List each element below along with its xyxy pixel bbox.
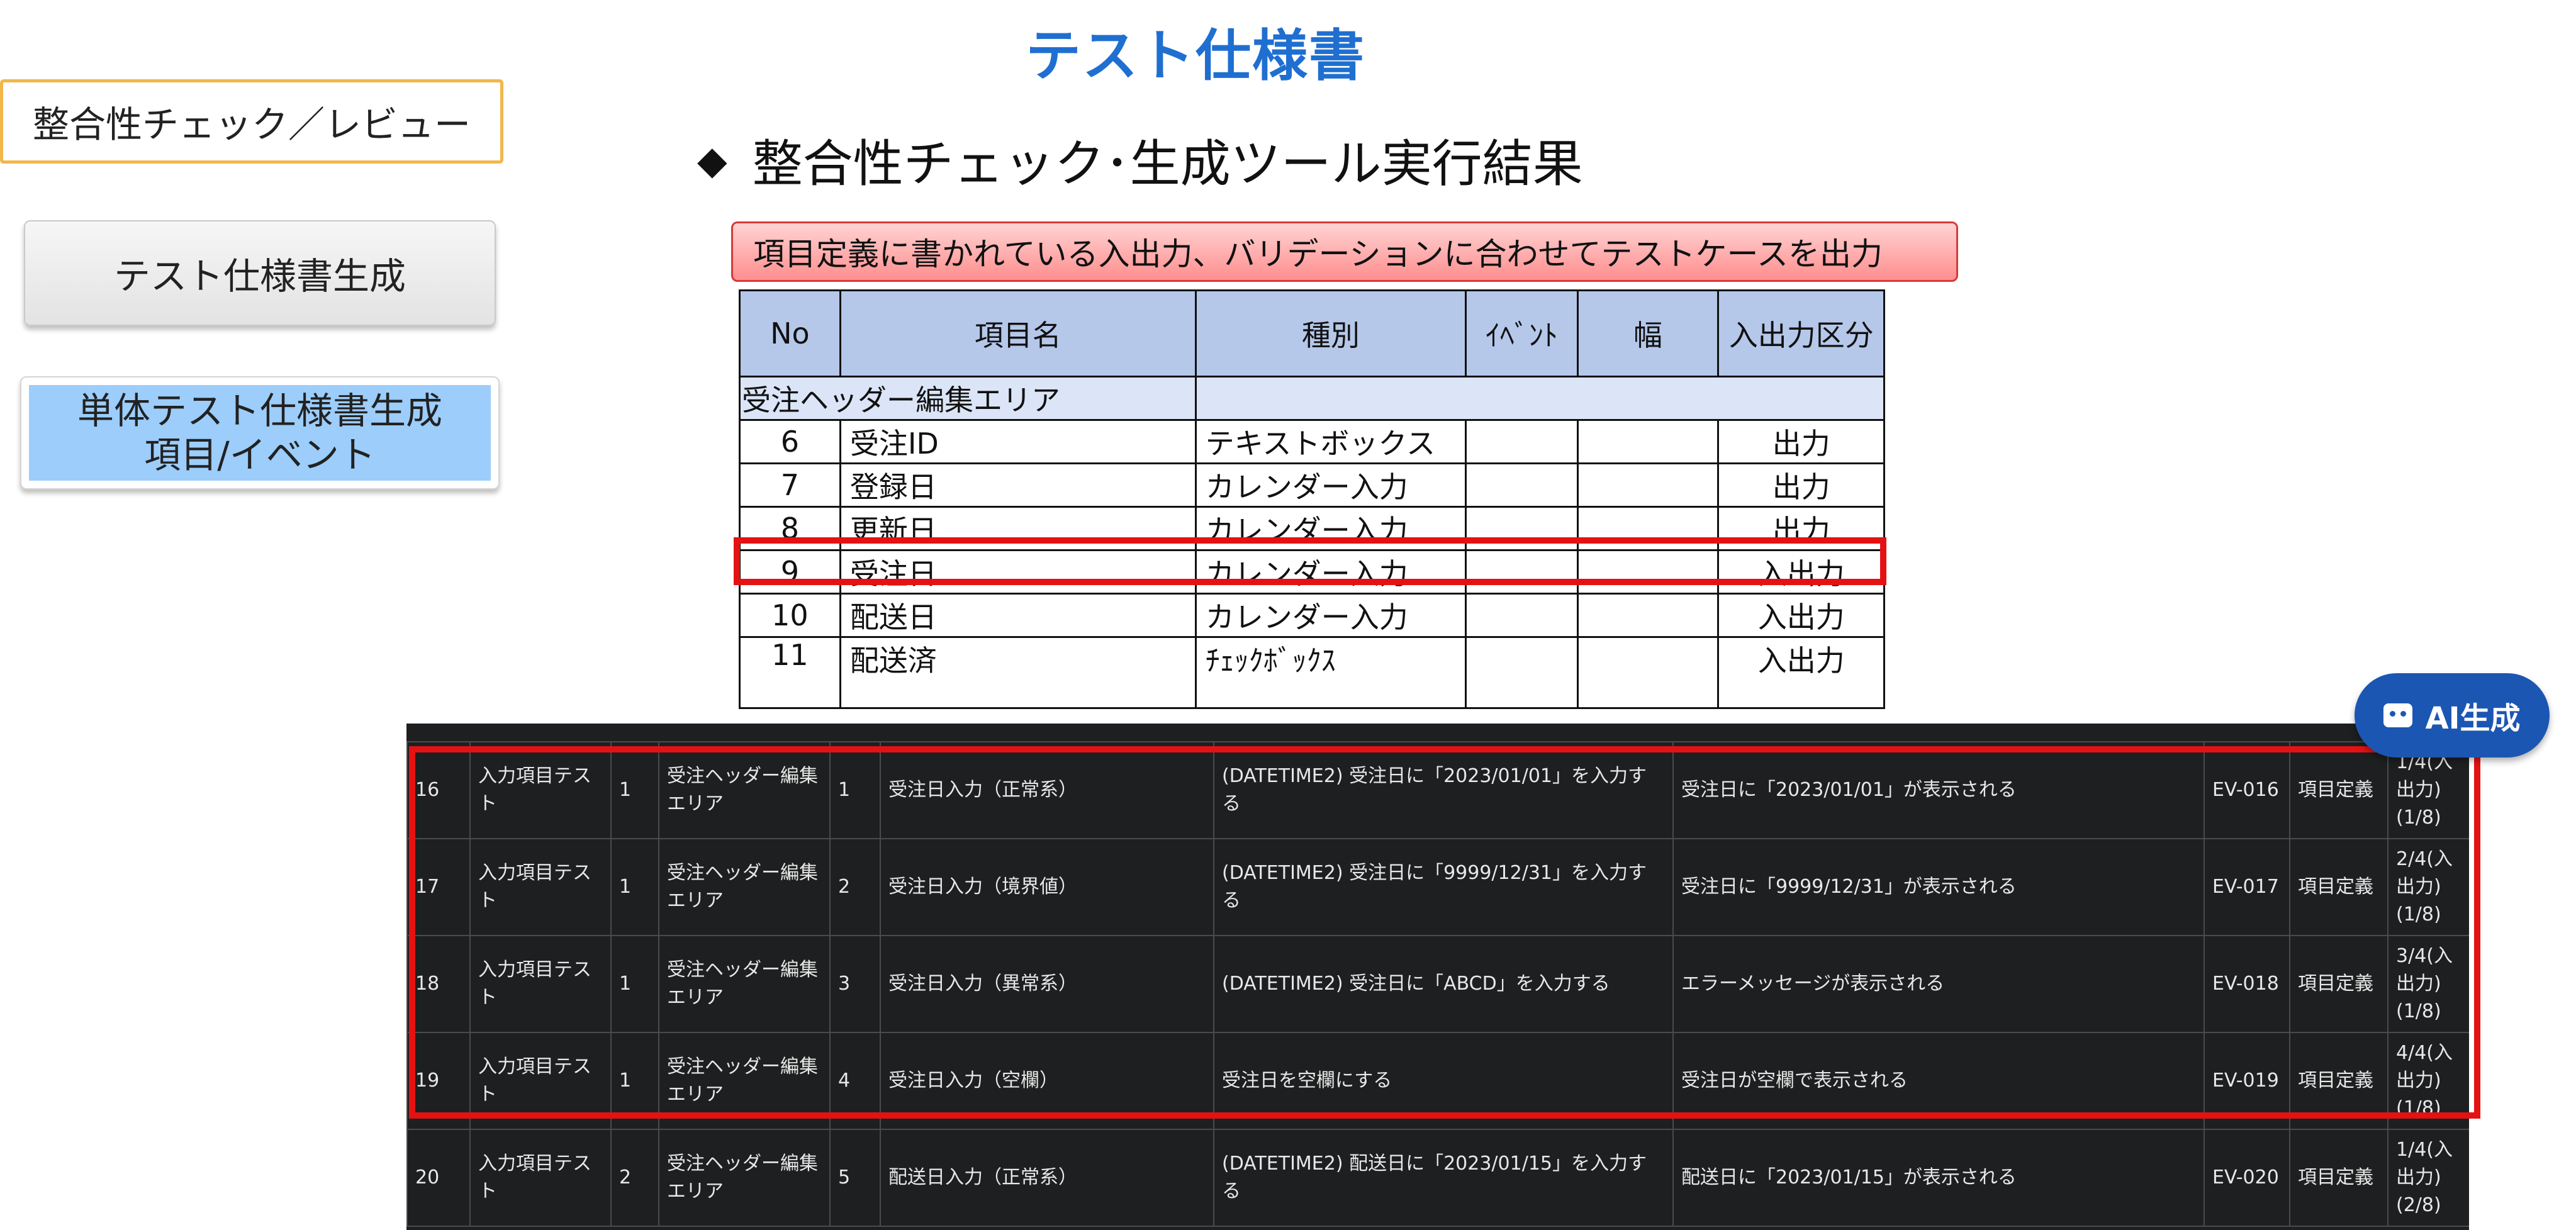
table-row: 11 配送済 ﾁｪｯｸﾎﾞｯｸｽ 入出力	[739, 636, 1885, 709]
row-event	[1464, 462, 1579, 508]
definition-header-row: No 項目名 種別 ｲﾍﾞﾝﾄ 幅 入出力区分	[739, 289, 1885, 377]
item-definition-table: No 項目名 種別 ｲﾍﾞﾝﾄ 幅 入出力区分 受注ヘッダー編集エリア 6 受注…	[739, 289, 1886, 709]
case-expected: 配送日に「2023/01/15」が表示される	[1672, 1129, 2205, 1227]
row-event	[1464, 636, 1579, 709]
case-group: 2	[610, 1129, 659, 1227]
header-event: ｲﾍﾞﾝﾄ	[1464, 289, 1579, 377]
row-type: ﾁｪｯｸﾎﾞｯｸｽ	[1194, 636, 1467, 709]
row-name: 配送済	[839, 636, 1197, 709]
unit-test-spec-label: 単体テスト仕様書生成 項目/イベント	[29, 385, 491, 481]
test-spec-generation-button[interactable]: テスト仕様書生成	[24, 220, 496, 326]
ai-generate-label: AI生成	[2425, 701, 2521, 736]
row-io: 入出力	[1717, 593, 1885, 638]
page-title: テスト仕様書	[1025, 23, 1365, 88]
row-width	[1576, 462, 1720, 508]
group-filler	[1194, 376, 1886, 421]
definition-group-row: 受注ヘッダー編集エリア	[739, 376, 1886, 421]
unit-test-spec-generation-button[interactable]: 単体テスト仕様書生成 項目/イベント	[20, 376, 500, 489]
diamond-bullet-icon: ◆	[697, 137, 727, 183]
row-event	[1464, 419, 1579, 464]
row-name: 配送日	[839, 593, 1197, 638]
case-title: 配送日入力（正常系）	[880, 1129, 1214, 1227]
highlight-frame-order-date-cases	[409, 746, 2480, 1119]
header-io: 入出力区分	[1717, 289, 1885, 377]
row-no: 7	[739, 462, 841, 508]
unit-test-spec-label-line2: 項目/イベント	[144, 433, 376, 476]
row-name: 登録日	[839, 462, 1197, 508]
header-width: 幅	[1576, 289, 1720, 377]
unit-test-spec-label-line1: 単体テスト仕様書生成	[77, 389, 442, 432]
case-seq: 5	[829, 1129, 881, 1227]
table-row: 7 登録日 カレンダー入力 出力	[739, 462, 1885, 508]
case-category: 入力項目テスト	[469, 1129, 612, 1227]
row-name: 受注ID	[839, 419, 1197, 464]
header-type: 種別	[1194, 289, 1467, 377]
case-no: 20	[406, 1129, 471, 1227]
header-no: No	[739, 289, 841, 377]
case-area: 受注ヘッダー編集エリア	[658, 1129, 831, 1227]
robot-icon	[2383, 703, 2413, 727]
row-no: 6	[739, 419, 841, 464]
ai-generate-button[interactable]: AI生成	[2355, 673, 2550, 758]
table-row: 10 配送日 カレンダー入力 入出力	[739, 593, 1885, 638]
row-no: 11	[739, 636, 841, 709]
highlight-frame-order-date-row	[734, 537, 1886, 585]
row-type: カレンダー入力	[1194, 593, 1467, 638]
row-io: 入出力	[1717, 636, 1885, 709]
table-row: 6 受注ID テキストボックス 出力	[739, 419, 1885, 464]
row-width	[1576, 593, 1720, 638]
section-heading: ◆ 整合性チェック･生成ツール実行結果	[697, 123, 1583, 196]
row-io: 出力	[1717, 462, 1885, 508]
row-io: 出力	[1717, 419, 1885, 464]
row-width	[1576, 636, 1720, 709]
consistency-check-review-button[interactable]: 整合性チェック／レビュー	[0, 79, 503, 164]
row-width	[1576, 419, 1720, 464]
row-type: カレンダー入力	[1194, 462, 1467, 508]
table-row: 20 入力項目テスト 2 受注ヘッダー編集エリア 5 配送日入力（正常系） (D…	[406, 1129, 2469, 1227]
callout-box: 項目定義に書かれている入出力、バリデーションに合わせてテストケースを出力	[731, 221, 1958, 282]
case-source: 項目定義	[2289, 1129, 2388, 1227]
row-type: テキストボックス	[1194, 419, 1467, 464]
header-item-name: 項目名	[839, 289, 1197, 377]
section-heading-text: 整合性チェック･生成ツール実行結果	[752, 135, 1583, 193]
row-no: 10	[739, 593, 841, 638]
case-action: (DATETIME2) 配送日に「2023/01/15」を入力する	[1213, 1129, 1674, 1227]
case-ev: EV-020	[2204, 1129, 2290, 1227]
group-label: 受注ヘッダー編集エリア	[739, 376, 1197, 421]
row-event	[1464, 593, 1579, 638]
case-note: 1/4(入出力)(2/8)	[2387, 1129, 2469, 1227]
